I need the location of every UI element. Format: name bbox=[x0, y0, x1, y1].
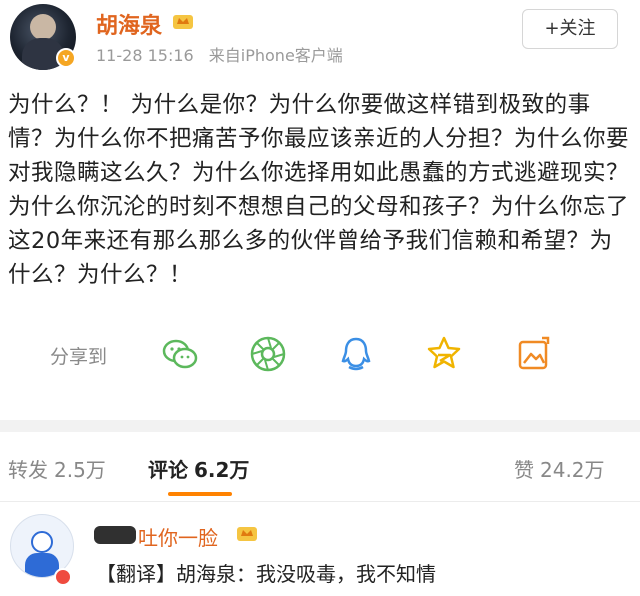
comment-text: 【翻译】胡海泉：我没吸毒，我不知情 bbox=[96, 562, 436, 586]
author-name[interactable]: 胡海泉 bbox=[96, 8, 162, 40]
image-share-icon[interactable] bbox=[514, 334, 554, 374]
wechat-icon[interactable] bbox=[160, 334, 200, 374]
moments-icon[interactable] bbox=[248, 334, 288, 374]
like-label: 赞 bbox=[514, 458, 534, 482]
follow-button[interactable]: +关注 bbox=[522, 9, 618, 49]
share-row: 分享到 bbox=[0, 330, 640, 380]
verified-badge-icon: v bbox=[56, 48, 76, 68]
post-header: v 胡海泉 11-28 15:16 来自iPhone客户端 +关注 bbox=[0, 0, 640, 70]
comment-count: 6.2万 bbox=[194, 458, 250, 482]
active-tab-indicator bbox=[168, 492, 232, 496]
qq-icon[interactable] bbox=[336, 334, 376, 374]
crown-icon bbox=[173, 15, 193, 29]
tab-comment[interactable]: 评论 6.2万 bbox=[148, 454, 249, 483]
commenter-badge-icon bbox=[54, 568, 72, 586]
post-time: 11-28 15:16 bbox=[96, 46, 194, 65]
crown-icon bbox=[237, 527, 257, 541]
post-meta: 11-28 15:16 来自iPhone客户端 bbox=[96, 42, 343, 66]
share-label: 分享到 bbox=[50, 346, 108, 368]
tab-like[interactable]: 赞 24.2万 bbox=[514, 454, 605, 483]
repost-label: 转发 bbox=[8, 458, 48, 482]
post-source: 来自iPhone客户端 bbox=[208, 46, 343, 65]
comment-item: 吐你一脸 【翻译】胡海泉：我没吸毒，我不知情 bbox=[0, 508, 640, 596]
redaction-scribble bbox=[94, 526, 136, 544]
qzone-icon[interactable] bbox=[424, 334, 464, 374]
tab-repost[interactable]: 转发 2.5万 bbox=[8, 454, 106, 483]
stats-tabs: 转发 2.5万 评论 6.2万 赞 24.2万 bbox=[0, 432, 640, 502]
commenter-name[interactable]: 吐你一脸 bbox=[138, 522, 218, 551]
section-divider bbox=[0, 420, 640, 432]
post-text: 为什么？！ 为什么是你？为什么你要做这样错到极致的事情？为什么你不把痛苦予你最应… bbox=[8, 92, 630, 288]
like-count: 24.2万 bbox=[540, 458, 605, 482]
comment-label: 评论 bbox=[148, 458, 188, 482]
repost-count: 2.5万 bbox=[54, 458, 106, 482]
